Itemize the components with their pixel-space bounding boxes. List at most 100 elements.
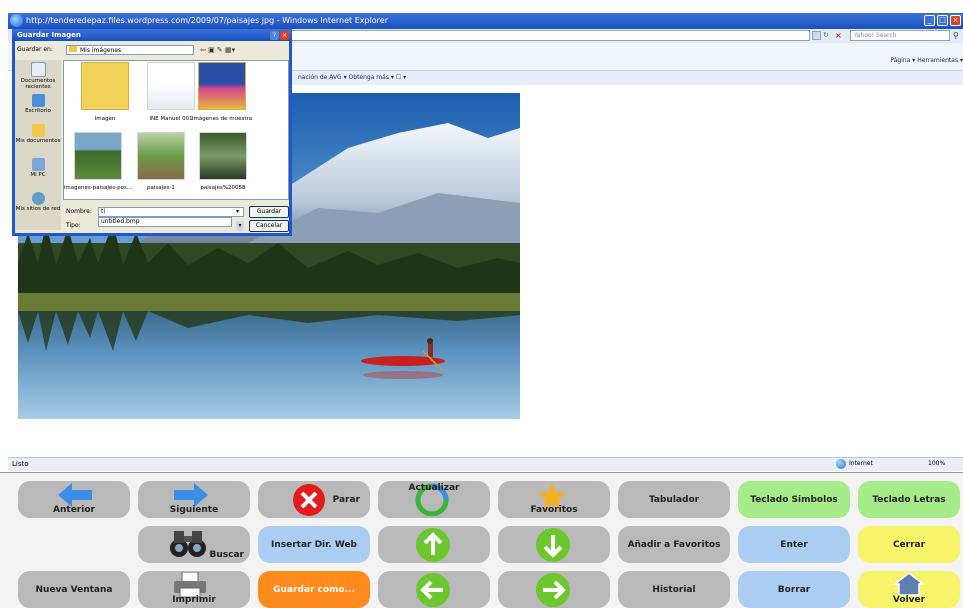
desktop-icon [31,94,45,107]
type-dropdown-icon[interactable]: ▾ [236,221,244,231]
place-my-documents[interactable]: Mis documentos [15,124,61,144]
image-thumbnail [199,132,247,180]
address-field[interactable] [290,30,810,41]
arrow-left-circle-icon [416,573,450,607]
key-label: Anterior [53,505,95,515]
file-item[interactable]: paisajes-1 [126,132,196,191]
place-label: Mis sitios de red [15,206,61,212]
add-favorites-key[interactable]: Añadir a Favoritos [618,526,730,563]
status-text: Listo [12,460,29,468]
address-dropdown-button[interactable] [812,31,821,40]
command-bar[interactable]: Página ▾ Herramientas ▾ [800,57,963,69]
my-computer-icon [31,158,45,171]
close-window-button[interactable]: × [950,15,961,26]
dialog-close-button[interactable]: × [280,31,289,40]
arrow-right-icon [174,483,208,507]
file-name-input[interactable]: ti [98,207,244,217]
symbols-keyboard-key[interactable]: Teclado Simbolos [738,481,850,518]
favorites-key[interactable]: Favoritos [498,481,610,518]
file-item[interactable]: imagenes-paisajes-pos... [63,132,133,191]
file-item[interactable]: Imágenes de muestra [187,62,257,122]
file-item[interactable]: paisajes%20058 [188,132,258,191]
key-label: Volver [892,595,926,605]
history-key[interactable]: Historial [618,571,730,608]
minimize-button[interactable]: _ [924,15,935,26]
back-key[interactable]: Anterior [18,481,130,518]
scroll-right-key[interactable] [498,571,610,608]
folder-icon [69,46,77,52]
place-recent[interactable]: Documentos recientes [15,62,61,90]
print-key[interactable]: Imprimir [138,571,250,608]
status-bar: Listo [8,457,963,471]
close-key[interactable]: Cerrar [858,526,960,563]
forward-key[interactable]: Siguiente [138,481,250,518]
key-label: Actualizar [408,483,460,493]
new-window-key[interactable]: Nueva Ventana [18,571,130,608]
insert-url-key[interactable]: Insertar Dir. Web [258,526,370,563]
place-label: Escritorio [25,108,51,114]
internet-zone-icon [836,459,846,469]
folder-thumbnail-icon [81,62,129,110]
binoculars-icon [170,531,206,557]
links-bar[interactable]: nación de AVG ▾ Obtenga más ▾ ☐ ▾ [292,71,963,85]
house-icon [894,572,924,596]
image-thumbnail [74,132,122,180]
place-label: Documentos recientes [20,78,56,90]
file-type-select[interactable]: untitled.bmp [98,217,232,227]
refresh-key[interactable]: Actualizar [378,481,490,518]
place-label: Mi PC [30,172,46,178]
search-icon[interactable]: ⚲ [953,30,962,41]
maximize-button[interactable]: □ [937,15,948,26]
name-label: Nombre: [66,208,92,215]
network-icon [31,192,45,205]
enter-key[interactable]: Enter [738,526,850,563]
place-network[interactable]: Mis sitios de red [15,192,61,212]
help-button[interactable]: ? [270,31,279,40]
name-dropdown-icon[interactable]: ▾ [236,208,239,216]
save-in-label: Guardar en: [17,46,53,53]
window-title: http://tenderedepaz.files.wordpress.com/… [26,16,389,25]
recent-documents-icon [30,62,46,77]
cancel-button[interactable]: Cancelar [249,220,289,232]
file-label: imagenes-paisajes-pos... [63,185,133,191]
file-label: Imágenes de muestra [191,116,253,122]
sample-pictures-folder-icon [198,62,246,110]
file-label: Imagen [94,116,116,122]
key-label: Siguiente [169,505,219,515]
scroll-left-key[interactable] [378,571,490,608]
zoom-level[interactable]: 100% [928,459,945,469]
key-label: Imprimir [172,595,216,605]
search-field[interactable]: Yahoo! Search [850,30,950,41]
arrow-up-icon [416,528,450,562]
save-as-key[interactable]: Guardar como... [258,571,370,608]
key-label: Favoritos [530,505,578,515]
home-key[interactable]: Volver [858,571,960,608]
image-thumbnail [137,132,185,180]
dialog-title: Guardar Imagen [12,29,292,41]
place-my-pc[interactable]: Mi PC [15,158,61,178]
my-documents-icon [31,124,45,137]
letters-keyboard-key[interactable]: Teclado Letras [858,481,960,518]
stop-x-icon [293,484,325,516]
arrow-left-icon [58,483,92,507]
dialog-nav-icons[interactable]: ⇦ ▣ ✎ ▦▾ [200,45,260,55]
save-in-value: Mis imágenes [80,47,122,54]
refresh-icon[interactable]: ↻ [823,31,833,40]
tab-key[interactable]: Tabulador [618,481,730,518]
zone-label: Internet [849,460,873,467]
save-button[interactable]: Guardar [249,206,289,218]
type-label: Tipo: [66,222,81,229]
search-key[interactable]: Buscar [138,526,250,563]
place-label: Mis documentos [15,138,61,144]
ie-logo-icon [10,14,23,27]
file-label: paisajes%20058 [200,185,246,191]
key-label: Buscar [209,550,244,560]
save-in-select[interactable]: Mis imágenes [66,45,194,55]
file-item[interactable]: Imagen [70,62,140,122]
scroll-down-key[interactable] [498,526,610,563]
stop-key[interactable]: Parar [258,481,370,518]
place-desktop[interactable]: Escritorio [15,94,61,114]
scroll-up-key[interactable] [378,526,490,563]
stop-icon[interactable]: × [835,31,845,40]
delete-key[interactable]: Borrar [738,571,850,608]
